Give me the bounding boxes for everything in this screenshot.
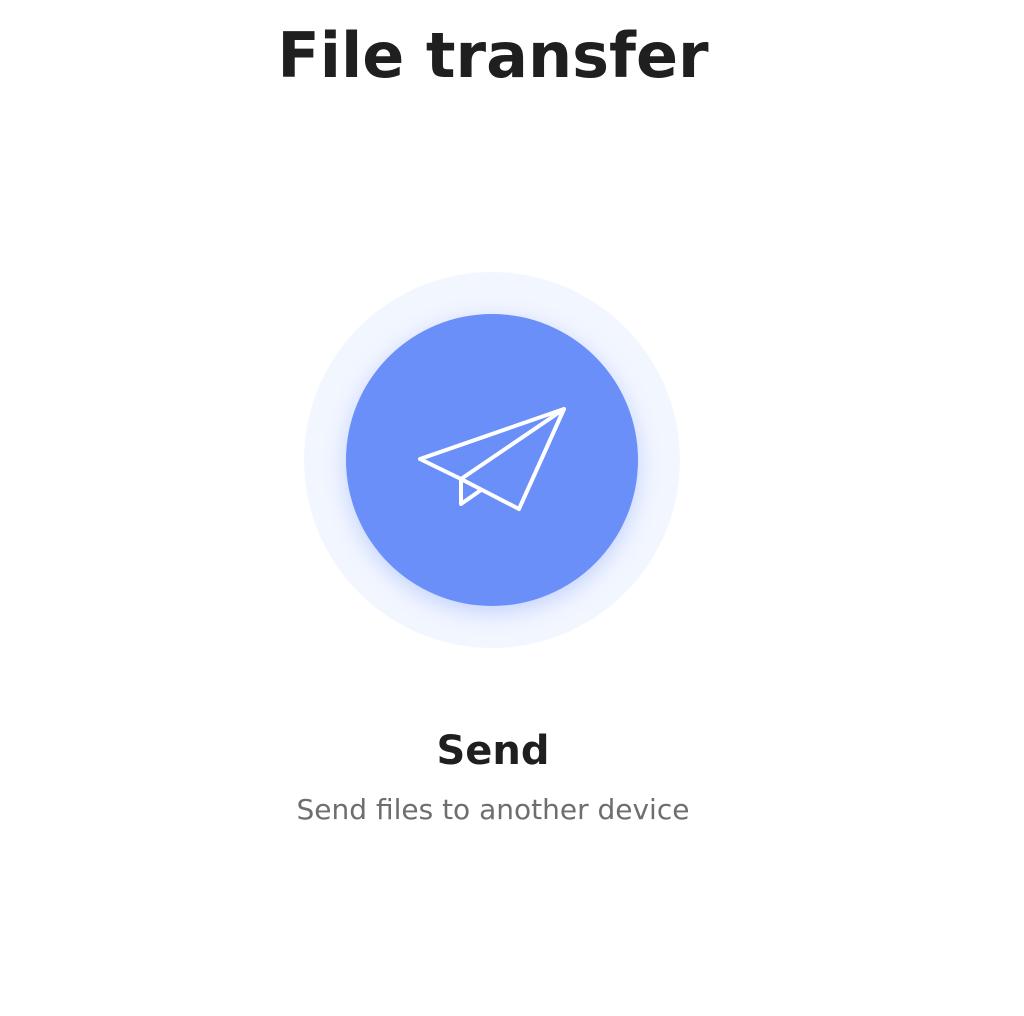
paper-plane-icon	[418, 407, 566, 511]
page-title: File transfer	[277, 19, 709, 92]
send-button[interactable]	[304, 272, 680, 648]
send-description: Send files to another device	[296, 793, 690, 826]
send-label[interactable]: Send	[0, 726, 986, 776]
send-circle[interactable]	[346, 314, 638, 606]
